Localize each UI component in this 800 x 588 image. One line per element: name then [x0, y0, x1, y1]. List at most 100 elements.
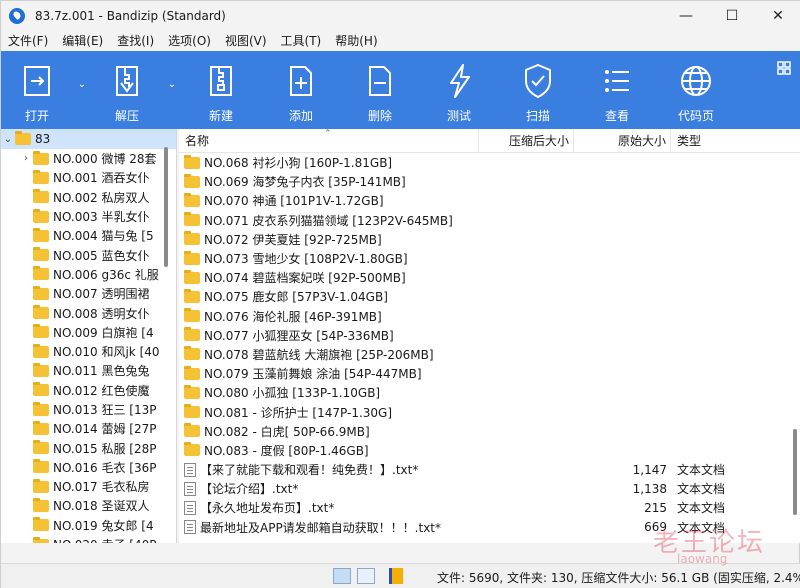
list-scrollbar-thumb[interactable] — [793, 429, 797, 515]
cell-type: 文本文档 — [677, 463, 726, 478]
table-row[interactable]: 【永久地址发布页】.txt* 215 文本文档 — [179, 498, 800, 517]
tree-item[interactable]: NO.006 g36c 礼服 — [1, 265, 176, 284]
column-compressed-size[interactable]: 压缩后大小 — [479, 129, 574, 153]
tree-item[interactable]: NO.004 猫与兔 [5 — [1, 226, 176, 245]
folder-icon — [33, 497, 49, 512]
tree-item[interactable]: NO.017 毛衣私房 — [1, 477, 176, 496]
view-mode-switcher — [333, 568, 403, 584]
chevron-down-icon[interactable]: ⌄ — [1, 134, 15, 145]
row-name: NO.078 碧蓝航线 大潮旗袍 [25P-206MB] — [204, 347, 434, 362]
table-row[interactable]: NO.081 - 诊所护士 [147P-1.30G] — [179, 402, 800, 421]
tree-item[interactable]: NO.015 私服 [28P — [1, 438, 176, 457]
folder-icon — [184, 250, 200, 265]
tree-item[interactable]: › NO.000 微博 28套 — [1, 149, 176, 168]
extract-dropdown[interactable]: ⌄ — [163, 51, 181, 129]
tree-item[interactable]: NO.018 圣诞双人 — [1, 496, 176, 515]
tree-root[interactable]: ⌄ 83 — [1, 129, 176, 149]
tree-item[interactable]: NO.002 私房双人 — [1, 188, 176, 207]
cell-name: NO.078 碧蓝航线 大潮旗袍 [25P-206MB] — [179, 346, 479, 363]
tree-item[interactable]: NO.001 酒吞女仆 — [1, 168, 176, 187]
shield-check-icon — [525, 63, 551, 99]
tree-scrollbar-thumb[interactable] — [164, 147, 168, 267]
tree-item[interactable]: NO.007 透明围裙 — [1, 284, 176, 303]
delete-button[interactable]: 删除 — [341, 51, 419, 129]
chevron-down-icon: ⌄ — [167, 79, 177, 90]
folder-icon — [184, 365, 200, 380]
view-button[interactable]: 查看 — [577, 51, 657, 129]
tree-item[interactable]: NO.019 兔女郎 [4 — [1, 516, 176, 535]
maximize-button[interactable]: ☐ — [709, 1, 755, 31]
tree-item[interactable]: NO.008 透明女仆 — [1, 303, 176, 322]
cell-name: 【永久地址发布页】.txt* — [179, 499, 479, 516]
new-button[interactable]: 新建 — [181, 51, 261, 129]
chevron-right-icon[interactable]: › — [19, 153, 33, 164]
tree-item[interactable]: NO.012 红色使魔 — [1, 381, 176, 400]
open-button[interactable]: 打开 — [1, 51, 73, 129]
tree-scrollbar[interactable] — [162, 147, 170, 527]
delete-file-icon — [369, 66, 391, 96]
folder-icon — [15, 131, 31, 145]
folder-icon — [184, 346, 200, 361]
table-row[interactable]: NO.070 神通 [101P1V-1.72GB] — [179, 191, 800, 210]
table-row[interactable]: NO.077 小狐狸巫女 [54P-336MB] — [179, 326, 800, 345]
table-row[interactable]: NO.079 玉藻前舞娘 涂油 [54P-447MB] — [179, 364, 800, 383]
folder-icon — [184, 154, 200, 169]
table-row[interactable]: NO.072 伊芙夏娃 [92P-725MB] — [179, 230, 800, 249]
folder-icon — [33, 266, 49, 281]
table-row[interactable]: NO.082 - 白虎[ 50P-66.9MB] — [179, 422, 800, 441]
tile-view-icon[interactable] — [357, 568, 375, 584]
tree-item[interactable]: NO.016 毛衣 [36P — [1, 458, 176, 477]
extract-button[interactable]: 解压 — [91, 51, 163, 129]
cell-name: NO.081 - 诊所护士 [147P-1.30G] — [179, 404, 479, 421]
tree-item-label: NO.006 g36c 礼服 — [53, 267, 159, 282]
tree-item[interactable]: NO.010 和风jk [40 — [1, 342, 176, 361]
table-row[interactable]: NO.075 鹿女郎 [57P3V-1.04GB] — [179, 287, 800, 306]
tree-item[interactable]: NO.005 蓝色女仆 — [1, 245, 176, 264]
tree-item[interactable]: NO.020 幸子 [40P — [1, 535, 176, 543]
folder-icon — [33, 382, 49, 397]
open-dropdown[interactable]: ⌄ — [73, 51, 91, 129]
tree-item[interactable]: NO.011 黑色兔兔 — [1, 361, 176, 380]
table-row[interactable]: NO.080 小孤独 [133P-1.10GB] — [179, 383, 800, 402]
folder-icon — [184, 212, 200, 227]
table-row[interactable]: 【来了就能下载和观看！纯免费！】.txt* 1,147 文本文档 — [179, 460, 800, 479]
table-row[interactable]: NO.069 海梦兔子内衣 [35P-141MB] — [179, 172, 800, 191]
table-row[interactable]: NO.074 碧蓝档案妃咲 [92P-500MB] — [179, 268, 800, 287]
table-row[interactable]: NO.068 衬衫小狗 [160P-1.81GB] — [179, 153, 800, 172]
table-row[interactable]: NO.073 雪地少女 [108P2V-1.80GB] — [179, 249, 800, 268]
text-file-icon — [184, 481, 196, 496]
table-row[interactable]: NO.071 皮衣系列猫猫领域 [123P2V-645MB] — [179, 211, 800, 230]
table-row[interactable]: NO.076 海伦礼服 [46P-391MB] — [179, 307, 800, 326]
tree-item[interactable]: NO.003 半乳女仆 — [1, 207, 176, 226]
layout-grid-icon[interactable] — [777, 61, 791, 75]
menu-help[interactable]: 帮助(H) — [328, 31, 384, 51]
menu-file[interactable]: 文件(F) — [1, 31, 55, 51]
column-type[interactable]: 类型 — [671, 129, 761, 153]
tree-item-label: NO.020 幸子 [40P — [53, 536, 156, 543]
column-original-size[interactable]: 原始大小 — [574, 129, 671, 153]
table-row[interactable]: 【论坛介绍】.txt* 1,138 文本文档 — [179, 479, 800, 498]
tree-item[interactable]: NO.014 蕾姆 [27P — [1, 419, 176, 438]
table-row[interactable]: NO.078 碧蓝航线 大潮旗袍 [25P-206MB] — [179, 345, 800, 364]
scan-button[interactable]: 扫描 — [499, 51, 577, 129]
codepage-button[interactable]: 代码页 — [657, 51, 735, 129]
close-button[interactable]: ✕ — [755, 1, 800, 31]
test-button[interactable]: 测试 — [419, 51, 499, 129]
bookmark-icon[interactable] — [389, 568, 403, 584]
sort-ascending-icon: ⌃ — [324, 129, 332, 139]
table-row[interactable]: NO.083 - 度假 [80P-1.46GB] — [179, 441, 800, 460]
tree-item[interactable]: NO.013 狂三 [13P — [1, 400, 176, 419]
menu-edit[interactable]: 编辑(E) — [55, 31, 110, 51]
minimize-button[interactable]: — — [663, 1, 709, 31]
details-view-icon[interactable] — [333, 568, 351, 584]
menu-options[interactable]: 选项(O) — [161, 31, 218, 51]
tree-item[interactable]: NO.009 白旗袍 [4 — [1, 323, 176, 342]
menu-find[interactable]: 查找(I) — [110, 31, 161, 51]
folder-icon — [33, 478, 49, 493]
add-button[interactable]: 添加 — [261, 51, 341, 129]
folder-icon — [33, 459, 49, 474]
chevron-down-icon: ⌄ — [77, 79, 87, 90]
menu-tools[interactable]: 工具(T) — [274, 31, 329, 51]
menu-view[interactable]: 视图(V) — [218, 31, 274, 51]
tree-item-label: NO.008 透明女仆 — [53, 306, 150, 321]
